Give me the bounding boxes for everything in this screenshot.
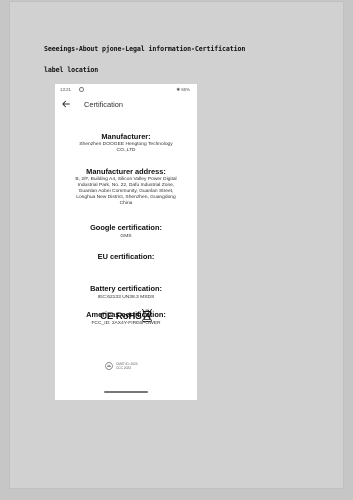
google-value: GMS bbox=[120, 234, 132, 239]
eu-marks: CE RoHS bbox=[100, 308, 153, 322]
weee-bin-icon bbox=[141, 308, 153, 322]
app-bar: Certification bbox=[55, 97, 197, 115]
manufacturer-line2: CO.,LTD bbox=[116, 148, 136, 153]
seal-text: CMIIT ID: 2023 CCC 2023 bbox=[116, 362, 138, 370]
arrow-back-icon[interactable] bbox=[61, 99, 71, 109]
google-heading: Google certification: bbox=[90, 223, 162, 232]
address-line1: B, 2/F, Building A4, Silicon Valley Powe… bbox=[75, 177, 177, 182]
address-heading: Manufacturer address: bbox=[86, 167, 166, 176]
address-line2: Industrial Park, No. 22, Dafu Industrial… bbox=[77, 183, 175, 188]
status-time: 13:21 bbox=[60, 86, 71, 92]
regulatory-logo-icon bbox=[105, 362, 113, 370]
battery-heading: Battery certification: bbox=[90, 284, 162, 293]
seal-line2: CCC 2023 bbox=[116, 366, 131, 370]
navigation-bar bbox=[55, 384, 197, 400]
notification-icon bbox=[79, 86, 84, 92]
doc-caption-line1: Seeeings-About pjone-Legal information-C… bbox=[44, 45, 246, 53]
manufacturer-line1: Shenzhen DOOGEE Hengtong Technology bbox=[79, 142, 173, 147]
status-battery: ✱ 66% bbox=[176, 86, 190, 92]
address-line3: Guanlan Aobei Community, Guanlan Street, bbox=[78, 189, 174, 194]
phone-screenshot: 13:21 ✱ 66% Certification Manufacturer: … bbox=[55, 84, 197, 400]
address-line5: China bbox=[119, 201, 133, 206]
doc-caption-line2: label location bbox=[44, 66, 99, 74]
address-line4: Longhua New District, Shenzhen, Guangdon… bbox=[76, 195, 176, 200]
status-bar: 13:21 ✱ 66% bbox=[55, 84, 197, 94]
manufacturer-heading: Manufacturer: bbox=[101, 132, 151, 141]
battery-value: IEC:62133 UN38.3 MSDS bbox=[97, 295, 155, 300]
page-title: Certification bbox=[84, 100, 124, 109]
eu-heading: EU certification: bbox=[97, 252, 155, 261]
eu-marks-text: CE RoHS bbox=[100, 311, 142, 322]
gesture-handle[interactable] bbox=[104, 391, 148, 393]
